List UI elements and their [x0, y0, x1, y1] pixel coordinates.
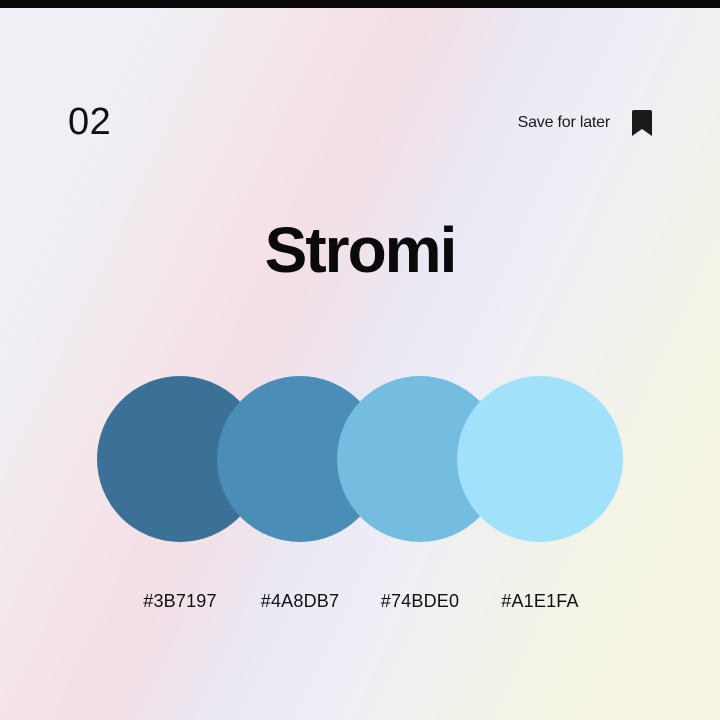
page-number: 02 — [68, 101, 112, 143]
hex-code-label: #A1E1FA — [501, 591, 579, 611]
palette-title: Stromi — [264, 214, 458, 286]
top-bar — [0, 0, 720, 8]
color-swatch[interactable] — [457, 376, 623, 542]
bookmark-icon[interactable] — [632, 110, 652, 136]
save-for-later-button[interactable]: Save for later — [500, 110, 652, 136]
save-for-later-label: Save for later — [517, 114, 611, 131]
hex-code-label: #74BDE0 — [380, 591, 460, 611]
hex-code-label: #4A8DB7 — [260, 591, 340, 611]
hex-code-label: #3B7197 — [143, 591, 217, 611]
